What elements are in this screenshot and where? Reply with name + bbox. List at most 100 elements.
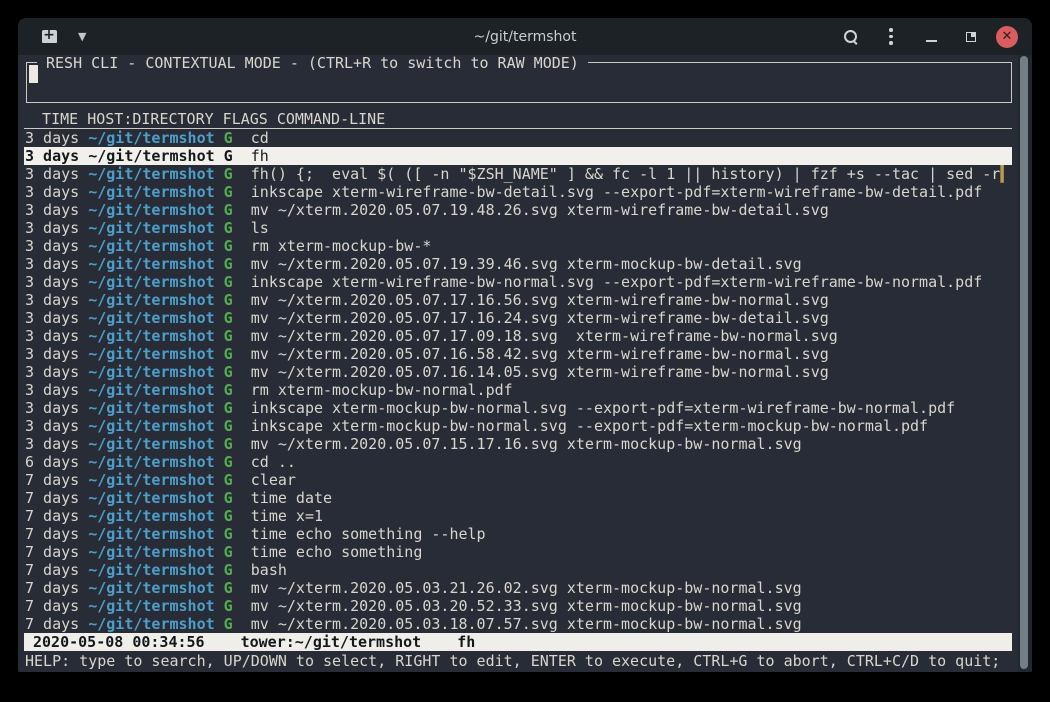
history-row[interactable]: 7 days ~/git/termshot G time x=1	[24, 507, 1012, 525]
row-command: rm xterm-mockup-bw-normal.pdf	[233, 381, 513, 399]
row-flags: G	[215, 597, 233, 615]
row-time: 7 days	[25, 489, 88, 507]
history-row[interactable]: 3 days ~/git/termshot G mv ~/xterm.2020.…	[24, 309, 1012, 327]
history-rows: 3 days ~/git/termshot G cd3 days ~/git/t…	[24, 129, 1012, 633]
row-time: 3 days	[25, 381, 88, 399]
history-row[interactable]: 3 days ~/git/termshot G rm xterm-mockup-…	[24, 381, 1012, 399]
history-row[interactable]: 7 days ~/git/termshot G time echo someth…	[24, 543, 1012, 561]
history-row[interactable]: 3 days ~/git/termshot G mv ~/xterm.2020.…	[24, 327, 1012, 345]
row-time: 3 days	[25, 201, 88, 219]
search-icon	[844, 30, 858, 44]
history-row[interactable]: 3 days ~/git/termshot G mv ~/xterm.2020.…	[24, 345, 1012, 363]
dropdown-caret-icon[interactable]: ▼	[78, 30, 86, 43]
history-row[interactable]: 7 days ~/git/termshot G mv ~/xterm.2020.…	[24, 597, 1012, 615]
row-command: mv ~/xterm.2020.05.07.17.16.24.svg xterm…	[233, 309, 829, 327]
row-command: mv ~/xterm.2020.05.07.17.16.56.svg xterm…	[233, 291, 829, 309]
row-command: inkscape xterm-wireframe-bw-detail.svg -…	[233, 183, 983, 201]
row-time: 3 days	[25, 237, 88, 255]
row-flags: G	[215, 309, 233, 327]
restore-button[interactable]	[956, 23, 986, 51]
row-command: bash	[233, 561, 287, 579]
row-time: 3 days	[25, 255, 88, 273]
row-flags: G	[215, 147, 233, 165]
row-command: time echo something	[233, 543, 423, 561]
row-host-directory: ~/git/termshot	[88, 525, 214, 543]
row-host-directory: ~/git/termshot	[88, 129, 214, 147]
history-row[interactable]: 7 days ~/git/termshot G time echo someth…	[24, 525, 1012, 543]
row-host-directory: ~/git/termshot	[88, 147, 214, 165]
history-row[interactable]: 3 days ~/git/termshot G rm xterm-mockup-…	[24, 237, 1012, 255]
row-time: 7 days	[25, 615, 88, 633]
new-tab-icon	[42, 30, 57, 43]
history-row[interactable]: 3 days ~/git/termshot G mv ~/xterm.2020.…	[24, 363, 1012, 381]
history-row[interactable]: 3 days ~/git/termshot G mv ~/xterm.2020.…	[24, 435, 1012, 453]
row-time: 7 days	[25, 471, 88, 489]
row-command: clear	[233, 471, 296, 489]
row-command: mv ~/xterm.2020.05.03.20.52.33.svg xterm…	[233, 597, 802, 615]
status-location: tower:~/git/termshot	[241, 633, 422, 651]
row-flags: G	[215, 561, 233, 579]
row-flags: G	[215, 615, 233, 633]
row-host-directory: ~/git/termshot	[88, 399, 214, 417]
row-command: cd ..	[233, 453, 296, 471]
row-flags: G	[215, 219, 233, 237]
history-row[interactable]: 7 days ~/git/termshot G mv ~/xterm.2020.…	[24, 615, 1012, 633]
history-table-header: TIME HOST:DIRECTORY FLAGS COMMAND-LINE	[24, 110, 1012, 129]
row-host-directory: ~/git/termshot	[88, 507, 214, 525]
close-button[interactable]: ✕	[996, 26, 1018, 48]
row-command: inkscape xterm-mockup-bw-normal.svg --ex…	[233, 399, 955, 417]
row-host-directory: ~/git/termshot	[88, 327, 214, 345]
history-row[interactable]: 3 days ~/git/termshot G ls	[24, 219, 1012, 237]
history-row[interactable]: 7 days ~/git/termshot G bash	[24, 561, 1012, 579]
new-tab-button[interactable]	[34, 24, 64, 50]
row-host-directory: ~/git/termshot	[88, 273, 214, 291]
history-row[interactable]: 3 days ~/git/termshot G mv ~/xterm.2020.…	[24, 291, 1012, 309]
row-flags: G	[215, 201, 233, 219]
menu-button[interactable]	[876, 23, 906, 51]
row-time: 3 days	[25, 309, 88, 327]
row-host-directory: ~/git/termshot	[88, 291, 214, 309]
row-flags: G	[215, 129, 233, 147]
row-time: 3 days	[25, 147, 88, 165]
history-row[interactable]: 3 days ~/git/termshot G fh	[24, 147, 1012, 165]
row-command: mv ~/xterm.2020.05.07.16.58.42.svg xterm…	[233, 345, 829, 363]
row-time: 3 days	[25, 435, 88, 453]
history-row[interactable]: 6 days ~/git/termshot G cd ..	[24, 453, 1012, 471]
search-button[interactable]	[836, 23, 866, 51]
row-command: time date	[233, 489, 332, 507]
resh-search-box[interactable]: RESH CLI - CONTEXTUAL MODE - (CTRL+R to …	[26, 62, 1012, 103]
text-cursor	[29, 65, 38, 83]
row-host-directory: ~/git/termshot	[88, 579, 214, 597]
menu-kebab-icon	[889, 28, 893, 45]
row-host-directory: ~/git/termshot	[88, 381, 214, 399]
row-time: 7 days	[25, 525, 88, 543]
history-row[interactable]: 3 days ~/git/termshot G cd	[24, 129, 1012, 147]
row-flags: G	[215, 255, 233, 273]
row-host-directory: ~/git/termshot	[88, 471, 214, 489]
row-time: 3 days	[25, 345, 88, 363]
row-flags: G	[215, 273, 233, 291]
row-time: 3 days	[25, 417, 88, 435]
row-host-directory: ~/git/termshot	[88, 201, 214, 219]
row-flags: G	[215, 417, 233, 435]
history-row[interactable]: 3 days ~/git/termshot G mv ~/xterm.2020.…	[24, 255, 1012, 273]
row-host-directory: ~/git/termshot	[88, 543, 214, 561]
history-row[interactable]: 3 days ~/git/termshot G inkscape xterm-w…	[24, 183, 1012, 201]
row-command: mv ~/xterm.2020.05.07.17.09.18.svg xterm…	[233, 327, 838, 345]
history-row[interactable]: 3 days ~/git/termshot G mv ~/xterm.2020.…	[24, 201, 1012, 219]
row-host-directory: ~/git/termshot	[88, 489, 214, 507]
history-row[interactable]: 3 days ~/git/termshot G inkscape xterm-m…	[24, 417, 1012, 435]
history-row[interactable]: 3 days ~/git/termshot G inkscape xterm-m…	[24, 399, 1012, 417]
row-flags: G	[215, 435, 233, 453]
history-row[interactable]: 3 days ~/git/termshot G inkscape xterm-w…	[24, 273, 1012, 291]
history-row[interactable]: 7 days ~/git/termshot G mv ~/xterm.2020.…	[24, 579, 1012, 597]
history-row[interactable]: 7 days ~/git/termshot G time date	[24, 489, 1012, 507]
titlebar: ▼ ~/git/termshot ✕	[18, 18, 1032, 55]
history-row[interactable]: 3 days ~/git/termshot G fh() {; eval $( …	[24, 165, 1012, 183]
scrollbar-thumb[interactable]	[1020, 56, 1028, 669]
row-flags: G	[215, 363, 233, 381]
minimize-button[interactable]	[916, 23, 946, 51]
scrollbar[interactable]	[1018, 55, 1032, 672]
history-row[interactable]: 7 days ~/git/termshot G clear	[24, 471, 1012, 489]
row-host-directory: ~/git/termshot	[88, 255, 214, 273]
